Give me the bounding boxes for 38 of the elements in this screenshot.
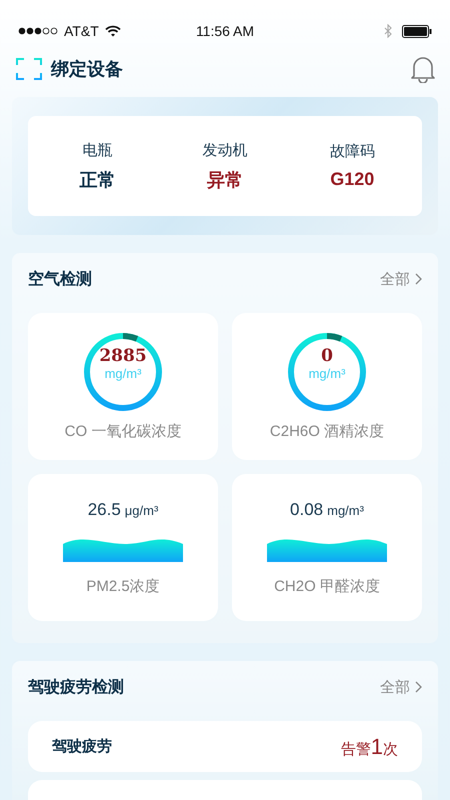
- section-title: 空气检测: [28, 269, 92, 290]
- view-all-link[interactable]: 全部: [380, 270, 422, 288]
- sensor-unit: μg/m³: [124, 502, 158, 518]
- bluetooth-icon: [384, 24, 392, 38]
- sensor-unit: mg/m³: [327, 502, 364, 518]
- sensor-label: CO 一氧化碳浓度: [64, 422, 182, 441]
- alert-count: 告警1次: [340, 734, 398, 760]
- page-title: 绑定设备: [51, 58, 123, 81]
- status-label: 发动机: [202, 140, 248, 160]
- status-label: 电瓶: [82, 140, 113, 160]
- chevron-icon[interactable]: [415, 681, 422, 693]
- sensor-label: PM2.5浓度: [86, 576, 160, 596]
- gauge-ring-icon: [287, 332, 367, 412]
- alert-row[interactable]: 驾驶疲劳 告警1次: [28, 721, 422, 772]
- carrier-name: AT&T: [64, 23, 99, 39]
- gauge-ring-icon: [83, 332, 163, 412]
- sensor-value: 0.08: [290, 500, 324, 520]
- sensor-value: 0: [321, 346, 333, 366]
- sensor-unit: mg/m³: [104, 366, 142, 381]
- signal-icon: [18, 27, 58, 35]
- status-value: G120: [330, 169, 374, 190]
- sensor-value: 2885: [99, 346, 147, 366]
- status-value: 异常: [206, 168, 243, 192]
- battery-icon: [402, 24, 432, 38]
- section-title: 驾驶疲劳检测: [28, 677, 124, 698]
- sensor-label: CH2O 甲醛浓度: [274, 576, 380, 596]
- sensor-label: C2H6O 酒精浓度: [270, 422, 384, 441]
- scan-icon[interactable]: [16, 57, 42, 81]
- sensor-unit: mg/m³: [308, 366, 346, 381]
- status-value: 正常: [80, 168, 116, 192]
- sensor-value: 26.5: [88, 500, 121, 520]
- chevron-icon[interactable]: [415, 273, 422, 285]
- notification-bell-icon[interactable]: [410, 55, 436, 83]
- view-all-link[interactable]: 全部: [380, 678, 422, 696]
- alert-label: 驾驶疲劳: [52, 737, 112, 756]
- wifi-icon: [104, 25, 121, 37]
- status-time: 11:56 AM: [196, 23, 254, 39]
- status-label: 故障码: [330, 142, 375, 161]
